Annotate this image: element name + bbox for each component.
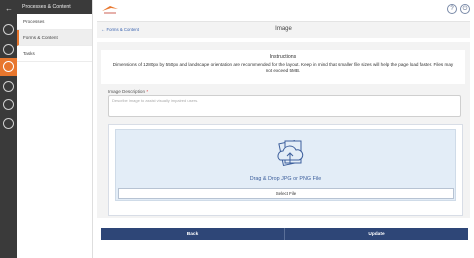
top-bar: ? ⏻ [93, 0, 474, 19]
help-icon[interactable]: ? [447, 4, 457, 14]
upload-panel: Drag & Drop JPG or PNG File Select File [108, 124, 463, 216]
update-button[interactable]: Update [284, 228, 468, 240]
instructions-title: Instructions [269, 54, 297, 60]
document-icon[interactable] [3, 44, 14, 55]
nav-header: Processes & Content [17, 0, 92, 14]
secondary-nav: Processes & Content Processes Forms & Co… [17, 0, 93, 258]
image-description-input[interactable] [108, 95, 461, 117]
mail-icon[interactable] [3, 81, 14, 92]
form-footer: Back Update [101, 228, 468, 240]
clock-icon[interactable] [3, 24, 14, 35]
folder-icon[interactable] [3, 61, 14, 72]
instructions-text: Dimensions of 1280px by 550px and landsc… [112, 62, 454, 73]
back-button[interactable]: Back [101, 228, 284, 240]
nav-item-forms-content[interactable]: Forms & Content [17, 30, 92, 46]
logout-icon[interactable]: ⏻ [460, 4, 470, 14]
dropzone-text: Drag & Drop JPG or PNG File [249, 176, 322, 182]
select-file-button[interactable]: Select File [118, 188, 454, 199]
collapse-arrow-icon[interactable]: ← [5, 5, 13, 13]
page-header: ← Forms & Content Image [97, 21, 470, 38]
nav-item-tasks[interactable]: Tasks [17, 46, 92, 62]
description-label: Image Description * [108, 89, 148, 94]
user-icon[interactable] [3, 118, 14, 129]
app-rail: ← [0, 0, 17, 258]
instructions-panel: Instructions Dimensions of 1280px by 550… [101, 50, 465, 84]
page-title: Image [275, 26, 292, 32]
required-mark: * [146, 89, 149, 94]
globe-icon[interactable] [3, 99, 14, 110]
cloud-upload-icon [277, 139, 304, 167]
nav-item-processes[interactable]: Processes [17, 14, 92, 30]
form-content: Instructions Dimensions of 1280px by 550… [97, 42, 470, 218]
description-label-text: Image Description [108, 89, 146, 94]
file-dropzone[interactable]: Drag & Drop JPG or PNG File Select File [115, 129, 456, 201]
brand-logo[interactable] [101, 4, 119, 15]
